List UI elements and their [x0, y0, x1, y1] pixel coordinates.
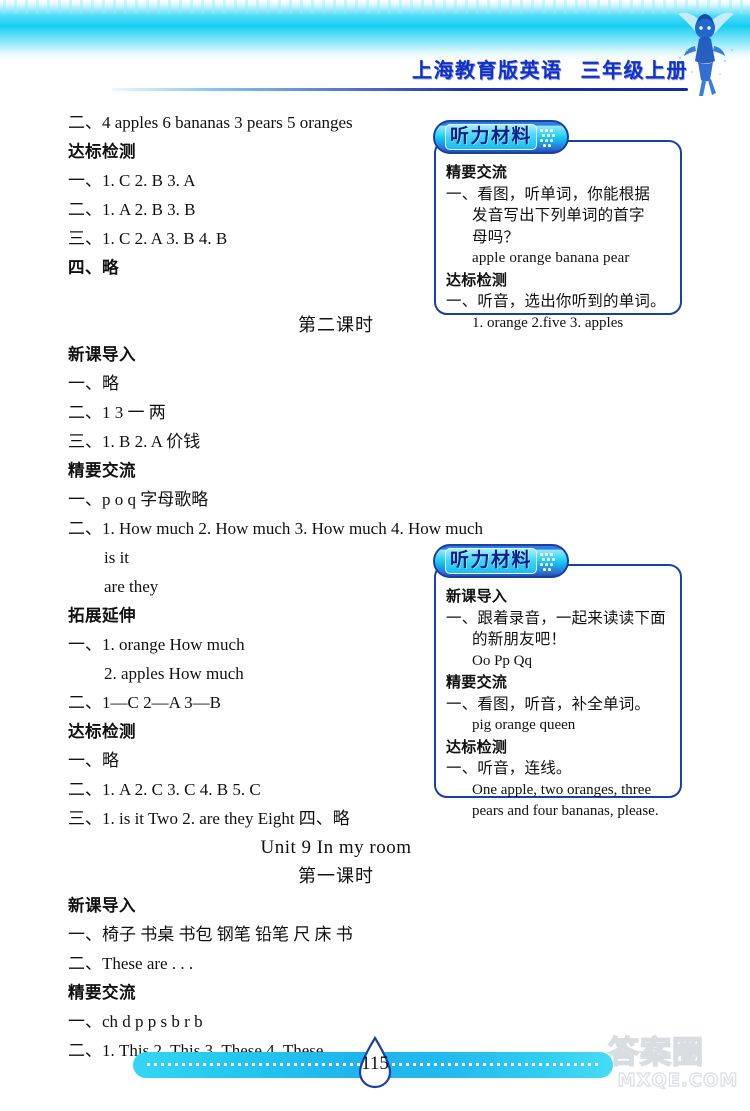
section-heading: 新课导入	[68, 345, 136, 364]
answer-line: 一、ch d p p s b r b	[68, 1012, 203, 1031]
listening-text-line: 1. orange 2.five 3. apples	[472, 314, 624, 331]
answer-line: 二、1. How much 2. How much 3. How much 4.…	[68, 519, 484, 538]
answer-line: 二、1 3 一 两	[68, 403, 166, 422]
listening-text-line: One apple, two oranges, three	[472, 781, 652, 798]
answer-line: 一、略	[68, 374, 119, 393]
watermark-cn-text: 答案圈	[607, 1035, 704, 1071]
tab-dots-icon	[540, 553, 558, 572]
listening-section-heading: 达标检测	[446, 737, 508, 756]
answer-key-page: 上海教育版英语 三年级上册 二、4 apples 6 bananas 3 pear…	[0, 0, 750, 1111]
listening-text-line: 一、跟着录音，一起来读读下面	[446, 608, 666, 627]
listening-material-tab-1: 听力材料	[433, 120, 570, 154]
listening-material-body-2: 新课导入一、跟着录音，一起来读读下面的新朋友吧！ Oo Pp Qq 精要交流一、看图…	[436, 566, 680, 829]
answer-line: 一、p o q 字母歌略	[68, 490, 209, 509]
listening-text-line: Oo Pp Qq	[472, 652, 533, 669]
answer-line: 二、4 apples 6 bananas 3 pears 5 oranges	[68, 113, 353, 132]
listening-text-line: pears and four bananas, please.	[472, 803, 659, 819]
listening-material-box-2: 听力材料 新课导入一、跟着录音，一起来读读下面的新朋友吧！ Oo Pp Qq 精要交…	[433, 544, 682, 819]
listening-text-line: 一、看图，听单词，你能根据	[446, 184, 651, 203]
listening-material-tab-label: 听力材料	[445, 124, 538, 150]
site-watermark: 答案圈 MXQE.COM	[607, 1035, 748, 1108]
listening-material-tab-label: 听力材料	[445, 548, 538, 574]
page-title: 上海教育版英语 三年级上册	[0, 54, 688, 83]
listening-material-body-1: 精要交流一、看图，听单词，你能根据发音写出下列单词的首字 母吗？ apple ora…	[436, 142, 680, 340]
listening-section-heading: 精要交流	[446, 673, 508, 691]
listening-text-line: apple orange banana pear	[472, 250, 630, 266]
answer-line: 二、These are . . .	[68, 954, 194, 973]
lesson-heading: 第一课时	[298, 866, 374, 887]
listening-material-tab-2: 听力材料	[433, 544, 570, 578]
listening-text-line: 一、听音，选出你听到的单词。	[446, 292, 666, 310]
listening-section-heading: 精要交流	[446, 163, 508, 181]
tab-dots-icon	[540, 129, 558, 148]
header-decorative-band	[0, 0, 750, 62]
unit-heading: Unit 9 In my room	[260, 837, 412, 858]
page-title-book: 上海教育版英语	[412, 58, 563, 82]
answer-line: 三、1. B 2. A 价钱	[68, 432, 201, 451]
listening-section-heading: 新课导入	[446, 587, 508, 605]
listening-text-line: 的新朋友吧！	[472, 630, 567, 648]
listening-text-line: pig orange queen	[472, 717, 576, 733]
listening-text-line: 一、听音，连线。	[446, 759, 572, 777]
section-heading: 精要交流	[68, 461, 136, 480]
header-divider-rule	[112, 88, 688, 91]
fairy-icon	[678, 12, 734, 96]
listening-text-line: 发音写出下列单词的首字	[472, 206, 645, 224]
watermark-en-text: MXQE.COM	[617, 1069, 739, 1091]
listening-section-heading: 达标检测	[446, 270, 508, 289]
listening-text-line: 母吗？	[472, 227, 520, 246]
answer-line: 一、椅子 书桌 书包 钢笔 铅笔 尺 床 书	[68, 925, 353, 944]
section-heading: 精要交流	[68, 983, 136, 1002]
listening-material-box-1: 听力材料 精要交流一、看图，听单词，你能根据发音写出下列单词的首字 母吗？ appl…	[433, 120, 682, 331]
section-heading: 新课导入	[68, 896, 136, 915]
page-number: 115	[361, 1053, 389, 1074]
listening-text-line: 一、看图，听音，补全单词。	[446, 694, 651, 713]
